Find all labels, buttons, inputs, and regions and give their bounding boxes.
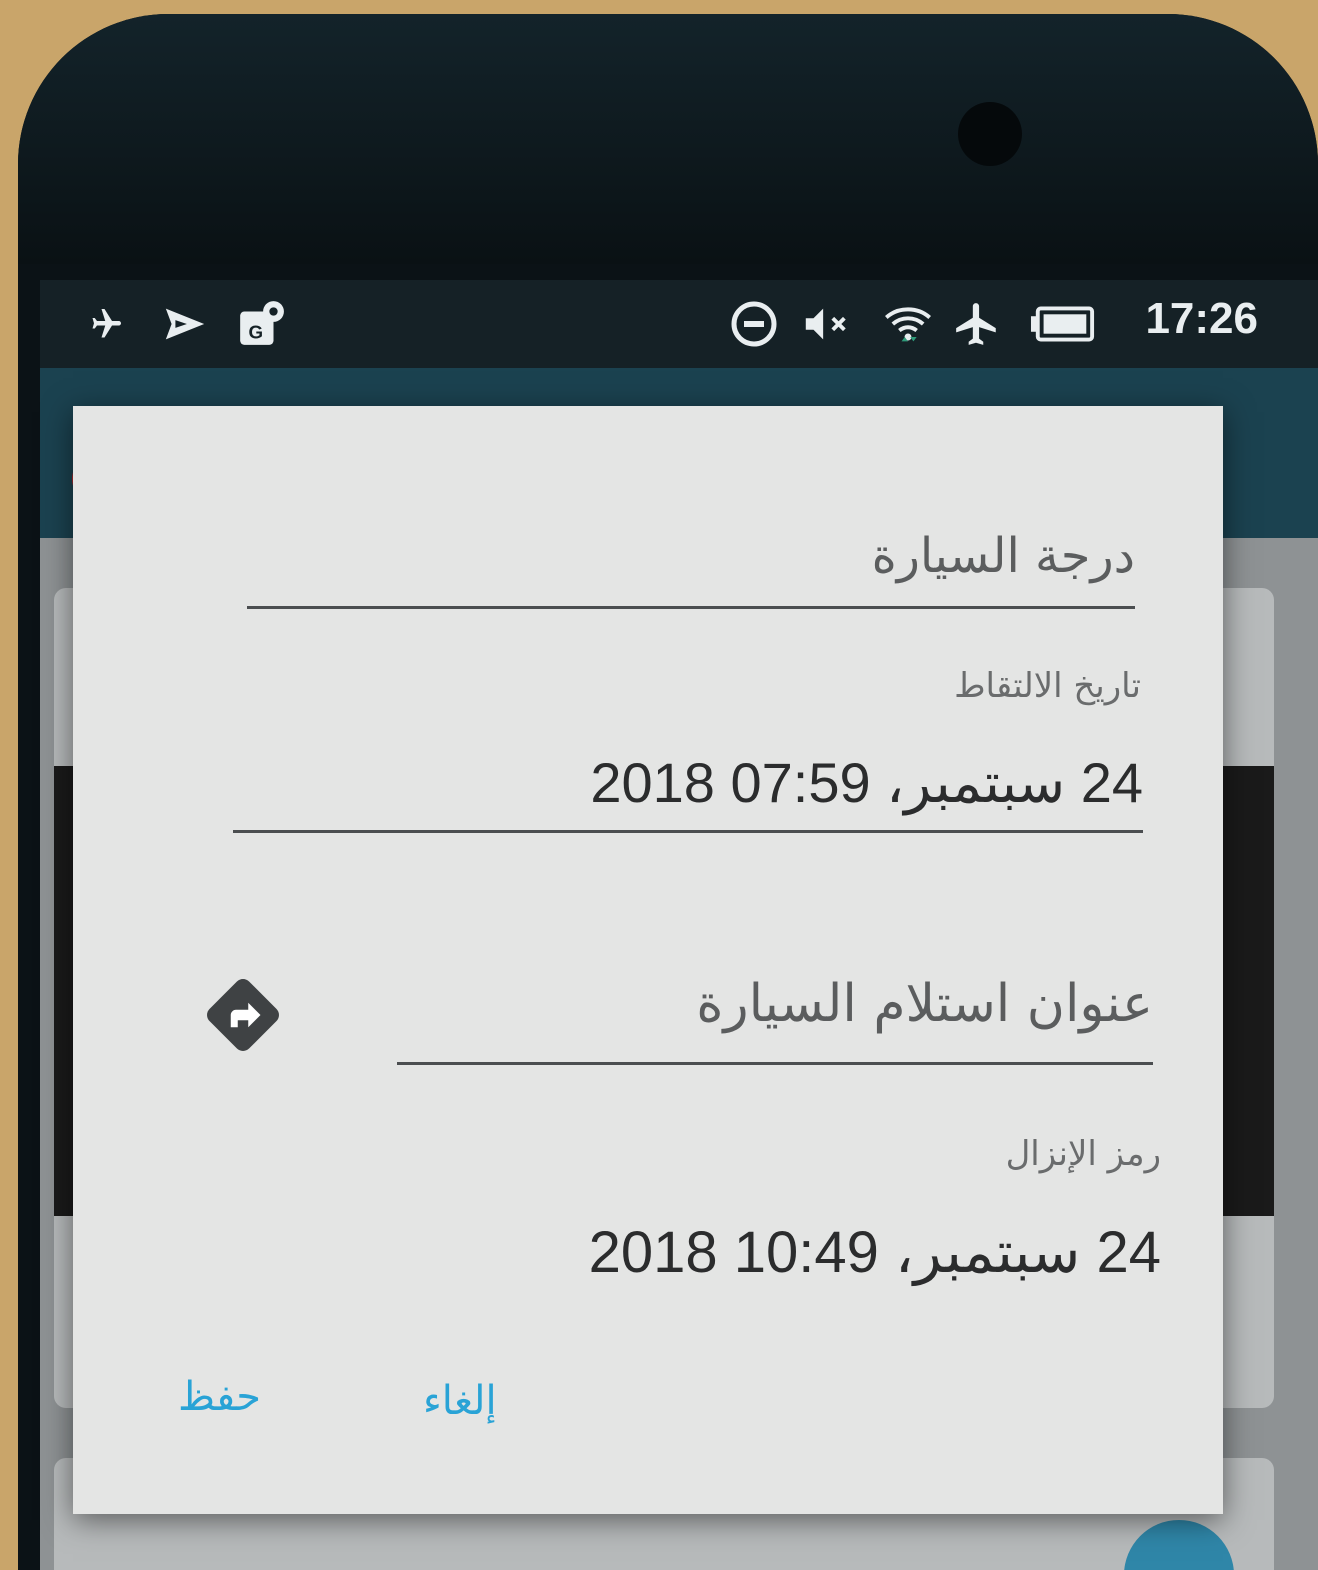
car-class-field[interactable]: درجة السيارة <box>872 526 1135 586</box>
maps-icon: G <box>236 300 286 348</box>
save-button[interactable]: حفظ <box>178 1374 261 1420</box>
phone-bezel <box>18 14 1318 264</box>
dropoff-value[interactable]: 24 سبتمبر، 10:49 2018 <box>589 1218 1161 1288</box>
send-icon <box>162 300 208 348</box>
status-bar: G 17:26 <box>40 280 1318 368</box>
pickup-date-label: تاريخ الالتقاط <box>954 666 1141 706</box>
directions-icon[interactable] <box>201 973 285 1057</box>
do-not-disturb-icon <box>730 300 778 348</box>
pickup-address-field[interactable]: عنوان استلام السيارة <box>696 974 1153 1034</box>
svg-text:G: G <box>249 322 264 343</box>
front-camera <box>958 102 1022 166</box>
booking-dialog: درجة السيارة تاريخ الالتقاط 24 سبتمبر، 0… <box>73 406 1223 1514</box>
dropoff-label: رمز الإنزال <box>1005 1134 1161 1174</box>
battery-icon <box>1030 300 1096 348</box>
wifi-icon <box>880 300 936 348</box>
pickup-date-value[interactable]: 24 سبتمبر، 07:59 2018 <box>590 748 1143 818</box>
car-class-underline <box>247 606 1135 609</box>
pickup-date-underline <box>233 830 1143 833</box>
cancel-button[interactable]: إلغاء <box>423 1378 497 1424</box>
mute-icon <box>800 300 854 348</box>
airplane-small-icon <box>88 300 124 348</box>
phone-frame: G 17:26 24 <box>18 14 1318 1570</box>
status-time: 17:26 <box>1145 294 1258 343</box>
airplane-icon <box>952 300 1002 348</box>
pickup-address-underline <box>397 1062 1153 1065</box>
